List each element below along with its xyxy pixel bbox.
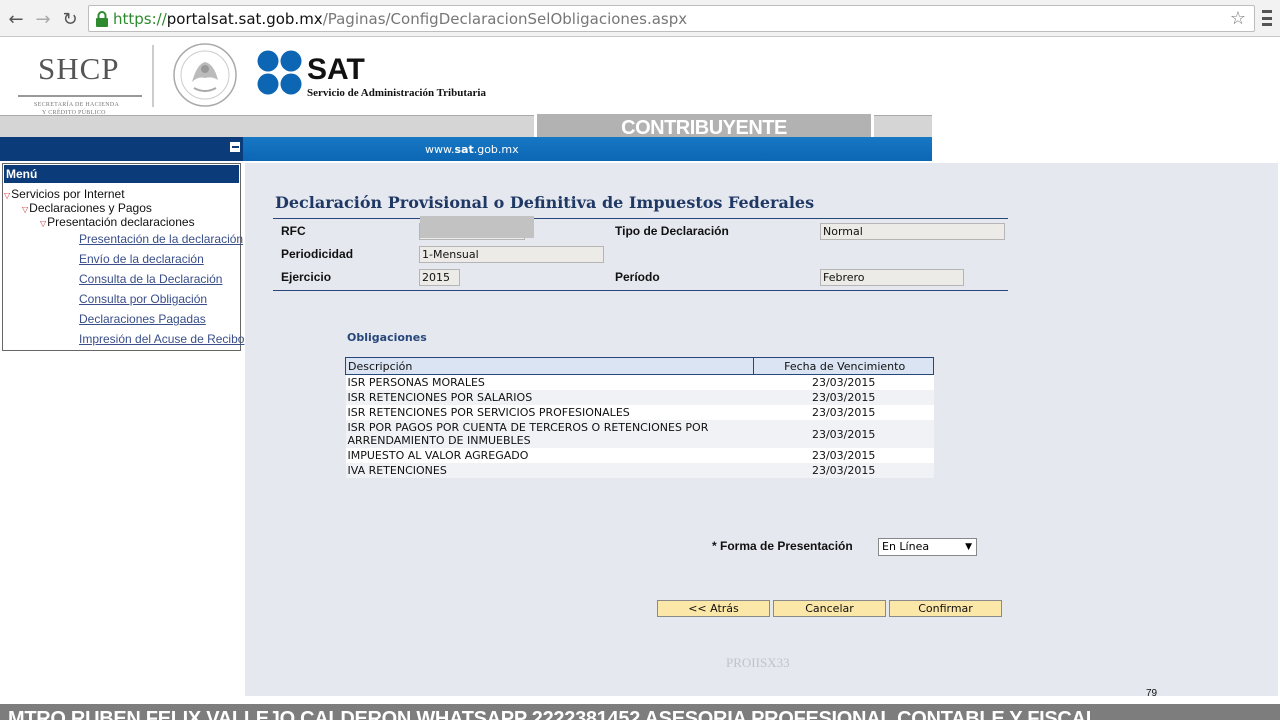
shcp-logo: SHCP SECRETARÍA DE HACIENDA Y CRÉDITO PÚ…: [18, 51, 148, 116]
bookmark-star-icon[interactable]: ☆: [1230, 8, 1246, 29]
tree-item-presentacion[interactable]: ▽Presentación declaraciones: [40, 215, 195, 229]
table-row: ISR POR PAGOS POR CUENTA DE TERCEROS O R…: [345, 420, 934, 448]
menu-link-declaraciones-pagadas[interactable]: Declaraciones Pagadas: [79, 312, 206, 326]
row-description: IMPUESTO AL VALOR AGREGADO: [345, 448, 754, 463]
address-bar[interactable]: https://portalsat.sat.gob.mx/Paginas/Con…: [88, 5, 1255, 32]
menu-link-acuse[interactable]: Impresión del Acuse de Recibo: [79, 332, 244, 346]
confirm-button[interactable]: Confirmar: [889, 600, 1002, 617]
table-row: IMPUESTO AL VALOR AGREGADO 23/03/2015: [345, 448, 934, 463]
minus-icon: [231, 146, 239, 148]
dropdown-arrow-icon: ▼: [965, 542, 972, 552]
reload-icon[interactable]: ↻: [59, 8, 81, 30]
row-description: ISR PERSONAS MORALES: [345, 374, 754, 390]
table-row: IVA RETENCIONES 23/03/2015: [345, 463, 934, 478]
menu-link-presentacion[interactable]: Presentación de la declaración: [79, 232, 243, 246]
sidebar-menu: Menú ▽Servicios por Internet ▽Declaracio…: [2, 163, 244, 351]
column-header-descripcion: Descripción: [344, 357, 755, 375]
menu-link-consulta-obligacion[interactable]: Consulta por Obligación: [79, 292, 207, 306]
expanded-triangle-icon: ▽: [22, 205, 29, 214]
table-row: ISR RETENCIONES POR SALARIOS 23/03/2015: [345, 390, 934, 405]
back-button[interactable]: << Atrás: [657, 600, 770, 617]
shcp-logo-rule: [18, 95, 142, 97]
ejercicio-label: Ejercicio: [281, 270, 332, 284]
server-code: PROIISX33: [726, 655, 790, 670]
periodicidad-field: 1-Mensual: [419, 246, 604, 263]
shcp-logo-subtitle: SECRETARÍA DE HACIENDA: [34, 102, 120, 108]
footer-text: MTRO RUBEN FELIX VALLEJO CALDERON WHATSA…: [8, 708, 1098, 720]
form-top-rule: [273, 218, 1008, 219]
row-description: ISR POR PAGOS POR CUENTA DE TERCEROS O R…: [345, 420, 754, 448]
sat-logo-icon: [257, 50, 302, 95]
tree-item-label: Presentación declaraciones: [47, 215, 195, 229]
tree-item-declaraciones[interactable]: ▽Declaraciones y Pagos: [22, 201, 152, 215]
expanded-triangle-icon: ▽: [4, 191, 11, 200]
browser-menu-icon[interactable]: [1262, 10, 1272, 26]
shcp-logo-text: SHCP: [38, 51, 120, 86]
menu-title: Menú: [4, 165, 239, 183]
row-description: ISR RETENCIONES POR SALARIOS: [345, 390, 754, 405]
site-band: [243, 137, 932, 161]
menu-band: [0, 137, 243, 161]
tree-item-label: Declaraciones y Pagos: [29, 201, 152, 215]
table-row: ISR PERSONAS MORALES 23/03/2015: [345, 374, 934, 390]
page-number: 79: [1146, 688, 1158, 699]
rfc-label: RFC: [281, 224, 306, 238]
forward-arrow-icon[interactable]: →: [32, 8, 54, 30]
page-title: Declaración Provisional o Definitiva de …: [275, 193, 815, 212]
tipo-declaracion-label: Tipo de Declaración: [615, 224, 729, 238]
ejercicio-field: 2015: [419, 269, 460, 286]
form-bottom-rule: [273, 290, 1008, 291]
rfc-redaction: [420, 216, 534, 238]
site-url-text: www.sat.gob.mx: [425, 143, 519, 156]
sat-logo-subtitle: Servicio de Administración Tributaria: [307, 87, 486, 99]
browser-toolbar: ← → ↻ https://portalsat.sat.gob.mx/Pagin…: [0, 0, 1280, 37]
url-text: https://portalsat.sat.gob.mx/Paginas/Con…: [113, 10, 688, 28]
row-date: 23/03/2015: [753, 405, 934, 420]
row-date: 23/03/2015: [753, 420, 934, 448]
site-header: SHCP SECRETARÍA DE HACIENDA Y CRÉDITO PÚ…: [0, 37, 932, 116]
periodicidad-label: Periodicidad: [281, 247, 354, 261]
tipo-declaracion-field: Normal: [820, 223, 1005, 240]
table-header-row: Descripción Fecha de Vencimiento: [344, 357, 934, 375]
obligaciones-heading: Obligaciones: [347, 331, 427, 344]
periodo-field: Febrero: [820, 269, 964, 286]
tree-item-servicios[interactable]: ▽Servicios por Internet: [4, 187, 125, 201]
table-row: ISR RETENCIONES POR SERVICIOS PROFESIONA…: [345, 405, 934, 420]
collapse-menu-button[interactable]: [229, 141, 241, 153]
expanded-triangle-icon: ▽: [40, 219, 47, 228]
mexican-seal-icon: [173, 43, 237, 107]
cancel-button[interactable]: Cancelar: [773, 600, 886, 617]
column-header-fecha: Fecha de Vencimiento: [753, 357, 934, 375]
row-description: IVA RETENCIONES: [345, 463, 754, 478]
obligaciones-table: Descripción Fecha de Vencimiento ISR PER…: [344, 357, 934, 478]
menu-link-consulta-declaracion[interactable]: Consulta de la Declaración: [79, 272, 222, 286]
row-date: 23/03/2015: [753, 390, 934, 405]
back-arrow-icon[interactable]: ←: [5, 8, 27, 30]
slide-footer: MTRO RUBEN FELIX VALLEJO CALDERON WHATSA…: [0, 704, 1280, 720]
lock-icon: [96, 11, 108, 27]
periodo-label: Período: [615, 270, 660, 284]
sat-logo-text: SAT: [307, 53, 365, 86]
forma-presentacion-select[interactable]: En Línea ▼: [878, 538, 977, 556]
forma-presentacion-label: * Forma de Presentación: [712, 539, 853, 553]
menu-link-envio[interactable]: Envío de la declaración: [79, 252, 204, 266]
row-date: 23/03/2015: [753, 374, 934, 390]
tree-item-label: Servicios por Internet: [11, 187, 125, 201]
forma-presentacion-value: En Línea: [882, 540, 930, 553]
logo-divider: [152, 45, 154, 107]
row-date: 23/03/2015: [753, 448, 934, 463]
row-date: 23/03/2015: [753, 463, 934, 478]
row-description: ISR RETENCIONES POR SERVICIOS PROFESIONA…: [345, 405, 754, 420]
